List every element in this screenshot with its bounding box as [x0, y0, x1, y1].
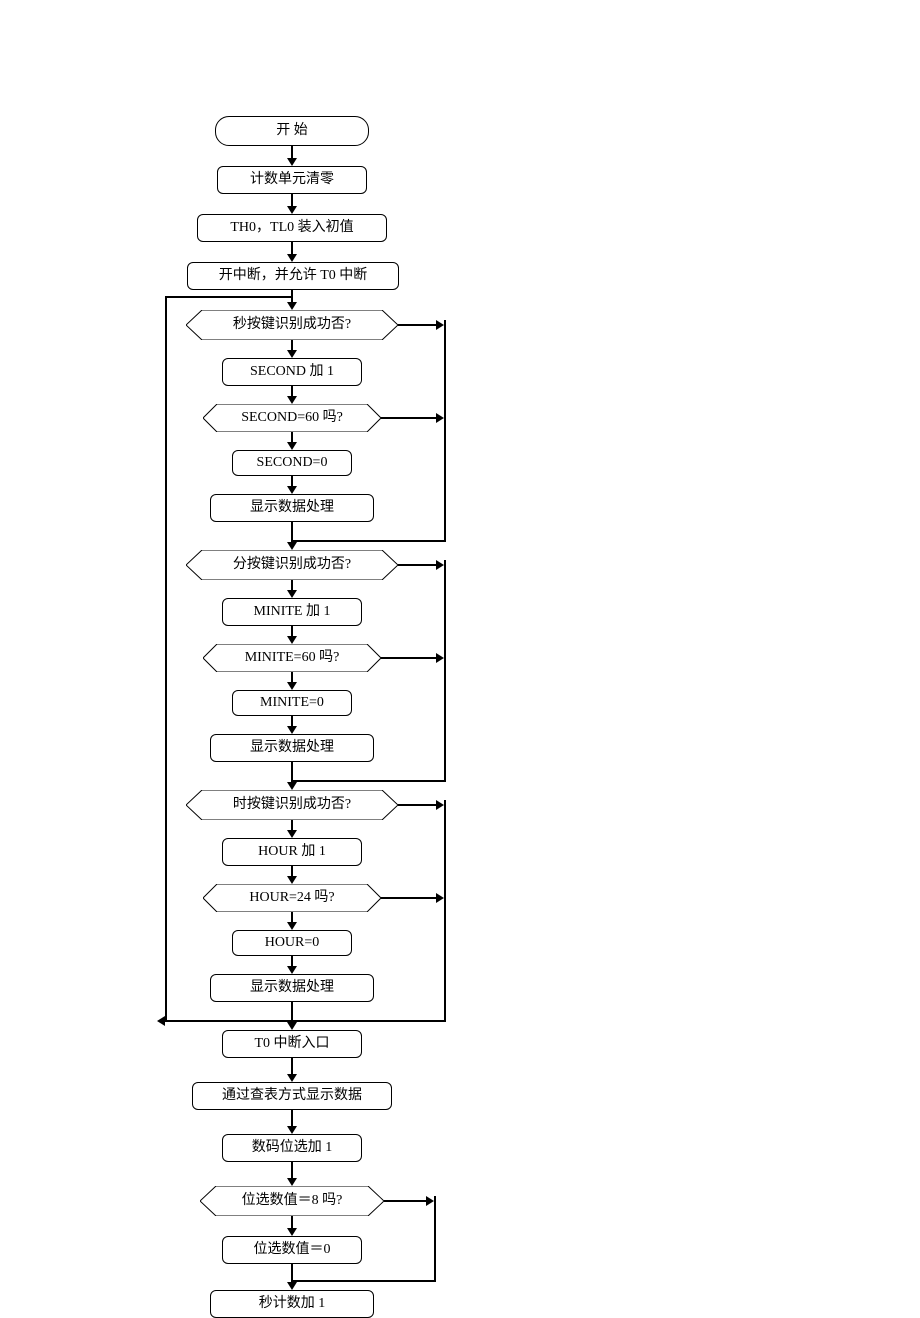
label: 计数单元清零 — [250, 172, 334, 189]
node-hour-zero: HOUR=0 — [232, 930, 352, 956]
label: HOUR=24 吗? — [249, 890, 334, 907]
label: 时按键识别成功否? — [233, 797, 351, 814]
label: MINITE 加 1 — [254, 604, 331, 621]
label: 开中断，并允许 T0 中断 — [219, 268, 368, 285]
label: SECOND=0 — [257, 455, 328, 472]
node-start: 开 始 — [215, 116, 369, 146]
node-d-digit8: 位选数值＝8 吗? — [200, 1186, 384, 1216]
node-digit-inc: 数码位选加 1 — [222, 1134, 362, 1162]
label: SECOND 加 1 — [250, 364, 334, 381]
node-load: TH0，TL0 装入初值 — [197, 214, 387, 242]
node-sec-inc: SECOND 加 1 — [222, 358, 362, 386]
node-d-min: 分按键识别成功否? — [186, 550, 398, 580]
node-digit-zero: 位选数值＝0 — [222, 1236, 362, 1264]
label: 显示数据处理 — [250, 980, 334, 997]
label: 分按键识别成功否? — [233, 557, 351, 574]
node-disp3: 显示数据处理 — [210, 974, 374, 1002]
label: 开 始 — [276, 123, 308, 140]
label: MINITE=0 — [260, 695, 324, 712]
node-d-sec60: SECOND=60 吗? — [203, 404, 381, 432]
label: 位选数值＝0 — [254, 1242, 331, 1259]
node-min-inc: MINITE 加 1 — [222, 598, 362, 626]
node-t0-entry: T0 中断入口 — [222, 1030, 362, 1058]
label: 显示数据处理 — [250, 500, 334, 517]
node-d-hour24: HOUR=24 吗? — [203, 884, 381, 912]
node-hour-inc: HOUR 加 1 — [222, 838, 362, 866]
label: 秒按键识别成功否? — [233, 317, 351, 334]
label: 通过查表方式显示数据 — [222, 1088, 362, 1105]
label: HOUR 加 1 — [258, 844, 326, 861]
label: MINITE=60 吗? — [245, 650, 340, 667]
node-min-zero: MINITE=0 — [232, 690, 352, 716]
node-d-hour: 时按键识别成功否? — [186, 790, 398, 820]
label: 秒计数加 1 — [259, 1296, 326, 1313]
node-clear: 计数单元清零 — [217, 166, 367, 194]
node-disp1: 显示数据处理 — [210, 494, 374, 522]
node-int-on: 开中断，并允许 T0 中断 — [187, 262, 399, 290]
flowchart-canvas: 开 始 计数单元清零 TH0，TL0 装入初值 开中断，并允许 T0 中断 秒按… — [0, 0, 920, 1302]
label: 数码位选加 1 — [252, 1140, 333, 1157]
label: HOUR=0 — [265, 935, 320, 952]
node-sec-cnt: 秒计数加 1 — [210, 1290, 374, 1318]
label: 位选数值＝8 吗? — [242, 1193, 343, 1210]
label: SECOND=60 吗? — [241, 410, 343, 427]
label: TH0，TL0 装入初值 — [230, 220, 353, 237]
node-d-min60: MINITE=60 吗? — [203, 644, 381, 672]
label: 显示数据处理 — [250, 740, 334, 757]
node-sec-zero: SECOND=0 — [232, 450, 352, 476]
label: T0 中断入口 — [254, 1036, 329, 1053]
node-disp2: 显示数据处理 — [210, 734, 374, 762]
node-d-sec: 秒按键识别成功否? — [186, 310, 398, 340]
node-lookup: 通过查表方式显示数据 — [192, 1082, 392, 1110]
